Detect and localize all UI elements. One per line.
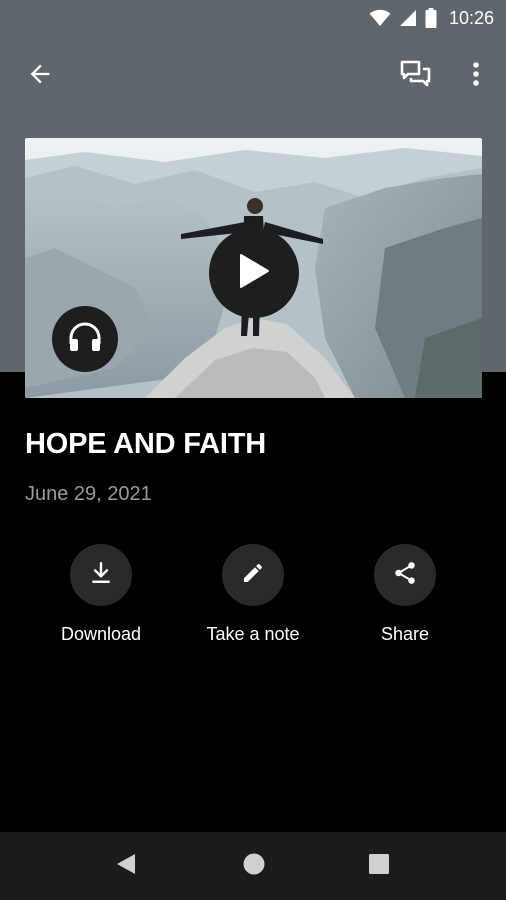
sermon-date: June 29, 2021 (25, 483, 152, 505)
download-label: Download (60, 624, 142, 644)
more-options-button[interactable] (456, 54, 496, 98)
share-button[interactable]: Share (330, 544, 480, 645)
take-a-note-label: Take a note (206, 624, 300, 644)
download-circle (70, 544, 132, 606)
share-icon (392, 560, 418, 591)
play-button[interactable] (209, 228, 299, 318)
share-circle (374, 544, 436, 606)
chat-button[interactable] (394, 54, 438, 98)
sermon-title: HOPE AND FAITH (25, 428, 267, 460)
play-icon (237, 252, 271, 295)
nav-home-button[interactable] (234, 848, 274, 884)
headphones-icon (68, 322, 102, 357)
system-nav-bar (0, 832, 506, 900)
nav-back-button[interactable] (106, 848, 146, 884)
take-a-note-button[interactable]: Take a note (178, 544, 328, 645)
download-icon (88, 560, 114, 591)
battery-icon (425, 8, 437, 28)
take-a-note-circle (222, 544, 284, 606)
nav-home-icon (242, 852, 266, 881)
cell-signal-icon (399, 9, 417, 27)
wifi-icon (369, 9, 391, 27)
arrow-left-icon (26, 60, 54, 93)
status-time: 10:26 (448, 7, 494, 28)
back-button[interactable] (18, 54, 62, 98)
listen-audio-button[interactable] (52, 306, 118, 372)
nav-recents-button[interactable] (359, 848, 399, 884)
pencil-icon (241, 561, 265, 590)
status-bar: 10:26 (0, 0, 506, 36)
nav-back-icon (115, 852, 137, 881)
share-label: Share (380, 624, 430, 644)
chat-bubbles-icon (400, 59, 432, 94)
nav-recents-icon (368, 853, 390, 880)
download-button[interactable]: Download (26, 544, 176, 645)
sermon-video-thumbnail[interactable] (25, 138, 482, 398)
app-bar (0, 48, 506, 100)
more-vert-icon (472, 61, 480, 92)
